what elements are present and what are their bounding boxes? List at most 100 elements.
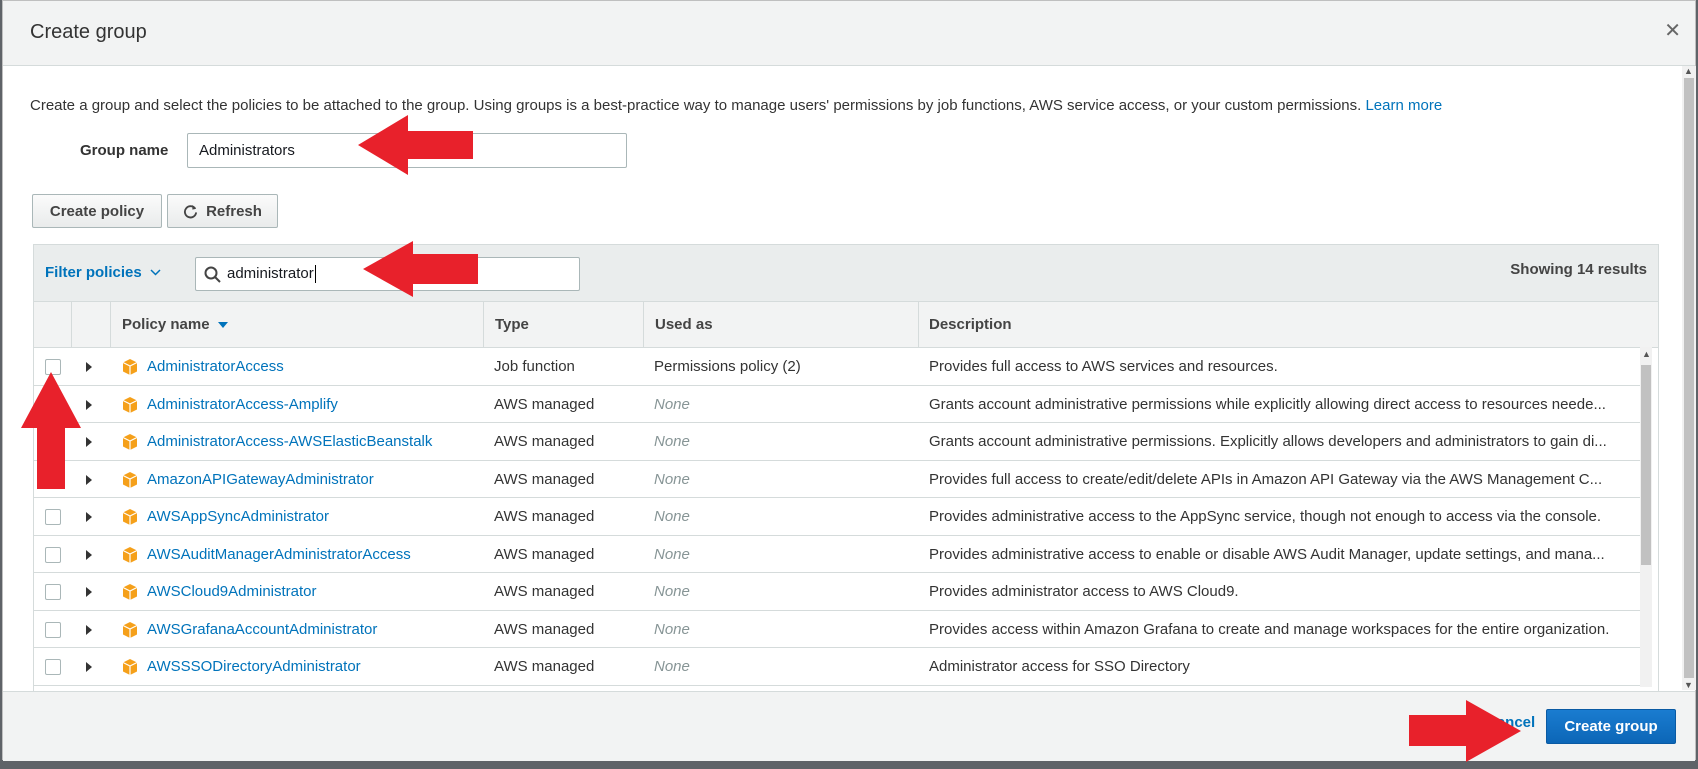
header-description[interactable]: Description: [919, 302, 1658, 347]
policy-description: Provides full access to AWS services and…: [929, 358, 1278, 375]
policy-icon-cell: [121, 611, 141, 648]
row-checkbox[interactable]: [45, 546, 61, 563]
row-checkbox[interactable]: [45, 621, 61, 638]
policy-type: AWS managed: [494, 508, 595, 525]
policy-used-as: None: [654, 470, 690, 488]
policy-description: Grants account administrative permission…: [929, 395, 1606, 413]
policy-icon-cell: [121, 536, 141, 573]
table-row[interactable]: AWSCloud9Administrator AWS managed None Pro…: [34, 573, 1641, 611]
expand-icon[interactable]: [86, 399, 92, 410]
policy-used-as: None: [654, 433, 690, 450]
dialog-scrollbar-thumb[interactable]: [1684, 78, 1694, 678]
table-row[interactable]: AWSAuditManagerAdministratorAccess AWS ma…: [34, 535, 1641, 573]
close-icon[interactable]: ✕: [1664, 21, 1681, 41]
row-expander-cell: [86, 461, 100, 498]
policy-type: AWS managed: [494, 545, 595, 563]
annotation-arrow-create-group: [1409, 700, 1521, 762]
filter-policies-dropdown[interactable]: Filter policies: [45, 264, 161, 281]
policy-cube-icon: [122, 396, 138, 413]
header-policy-name-label: Policy name: [122, 316, 210, 333]
create-policy-button[interactable]: Create policy: [32, 194, 162, 228]
policy-name-link[interactable]: AWSCloud9Administrator: [147, 573, 482, 610]
policy-name-link[interactable]: AWSSSODirectoryAdministrator: [147, 648, 482, 685]
expand-icon[interactable]: [86, 362, 92, 373]
table-row[interactable]: AdministratorAccess Job function Permissio…: [34, 348, 1641, 386]
policy-description: Provides administrator access to AWS Clo…: [929, 583, 1239, 600]
row-checkbox-cell: [45, 573, 63, 610]
annotation-arrow-checkbox: [21, 372, 81, 489]
dialog-scroll-up-icon[interactable]: ▲: [1684, 66, 1693, 76]
policy-cube-icon: [122, 621, 138, 638]
policy-used-as: Permissions policy (2): [654, 358, 801, 375]
policy-cube-icon: [122, 434, 138, 451]
header-type[interactable]: Type: [484, 302, 644, 347]
expand-icon[interactable]: [86, 624, 92, 635]
table-header: Policy name Type Used as Description: [34, 301, 1658, 348]
group-name-label: Group name: [80, 142, 169, 159]
policy-type: AWS managed: [494, 470, 595, 488]
policy-cube-icon: [122, 359, 138, 376]
sort-descending-icon: [217, 322, 228, 329]
row-checkbox[interactable]: [45, 509, 61, 526]
policy-name-link[interactable]: AWSAuditManagerAdministratorAccess: [147, 536, 482, 573]
scroll-up-icon[interactable]: ▲: [1642, 349, 1651, 359]
policy-icon-cell: [121, 498, 141, 535]
table-row[interactable]: AWSGrafanaAccountAdministrator AWS manage…: [34, 610, 1641, 648]
table-row[interactable]: AWSSSODirectoryAdministrator AWS managed N…: [34, 648, 1641, 686]
policy-cube-icon: [122, 509, 138, 526]
refresh-icon: [184, 204, 198, 218]
intro-description: Create a group and select the policies t…: [30, 97, 1362, 114]
expand-icon[interactable]: [86, 437, 92, 448]
intro-text: Create a group and select the policies t…: [30, 97, 1442, 114]
table-row[interactable]: AmazonAPIGatewayAdministrator AWS managed…: [34, 460, 1641, 498]
policy-name-link[interactable]: AWSGrafanaAccountAdministrator: [147, 611, 482, 648]
expand-icon[interactable]: [86, 662, 92, 673]
table-row[interactable]: AdministratorAccess-AWSElasticBeanstalk A…: [34, 423, 1641, 461]
expand-icon[interactable]: [86, 512, 92, 523]
policies-table: Policy name Type Used as Description Adm…: [33, 301, 1659, 691]
expand-icon[interactable]: [86, 587, 92, 598]
policy-name-link[interactable]: AmazonAPIGatewayAdministrator: [147, 461, 482, 498]
header-select-column: [34, 302, 72, 347]
policy-name-link[interactable]: AdministratorAccess-Amplify: [147, 386, 482, 423]
table-scrollbar-thumb[interactable]: [1641, 365, 1651, 565]
row-expander-cell: [86, 611, 100, 648]
learn-more-link[interactable]: Learn more: [1365, 97, 1442, 114]
row-checkbox[interactable]: [45, 659, 61, 676]
policy-description: Administrator access for SSO Directory: [929, 658, 1190, 675]
policy-name-link[interactable]: AdministratorAccess: [147, 348, 482, 385]
policy-name-link[interactable]: AWSAppSyncAdministrator: [147, 498, 482, 535]
policy-used-as: None: [654, 620, 690, 638]
policy-name-link[interactable]: AdministratorAccess-AWSElasticBeanstalk: [147, 423, 482, 460]
policy-description: Provides administrative access to the Ap…: [929, 508, 1602, 525]
header-policy-name[interactable]: Policy name: [111, 302, 484, 347]
row-checkbox[interactable]: [45, 584, 61, 601]
policy-used-as: None: [654, 545, 690, 563]
policy-used-as: None: [654, 508, 690, 525]
row-checkbox-cell: [45, 536, 63, 573]
dialog-scrollbar[interactable]: ▲ ▼: [1682, 66, 1696, 690]
refresh-label: Refresh: [206, 202, 262, 220]
refresh-button[interactable]: Refresh: [167, 194, 278, 228]
policy-search-value: administrator: [227, 265, 316, 284]
search-icon: [204, 266, 221, 283]
table-row[interactable]: AdministratorAccess-Amplify AWS managed No…: [34, 385, 1641, 423]
expand-icon[interactable]: [86, 549, 92, 560]
policy-icon-cell: [121, 648, 141, 685]
header-used-as[interactable]: Used as: [644, 302, 919, 347]
filter-policies-label: Filter policies: [45, 264, 142, 281]
policy-icon-cell: [121, 386, 141, 423]
expand-icon[interactable]: [86, 474, 92, 485]
policy-used-as: None: [654, 395, 690, 413]
create-group-dialog: Create group ✕ Create a group and select…: [2, 0, 1696, 761]
table-scrollbar[interactable]: ▲: [1640, 347, 1652, 687]
row-expander-cell: [86, 386, 100, 423]
annotation-arrow-search: [363, 241, 478, 297]
table-row[interactable]: AWSAppSyncAdministrator AWS managed None Pr…: [34, 498, 1641, 536]
create-group-button[interactable]: Create group: [1546, 709, 1676, 744]
row-checkbox-cell: [45, 498, 63, 535]
policy-type: AWS managed: [494, 395, 595, 413]
row-expander-cell: [86, 648, 100, 685]
text-caret: [314, 265, 316, 284]
dialog-scroll-down-icon[interactable]: ▼: [1684, 680, 1693, 690]
